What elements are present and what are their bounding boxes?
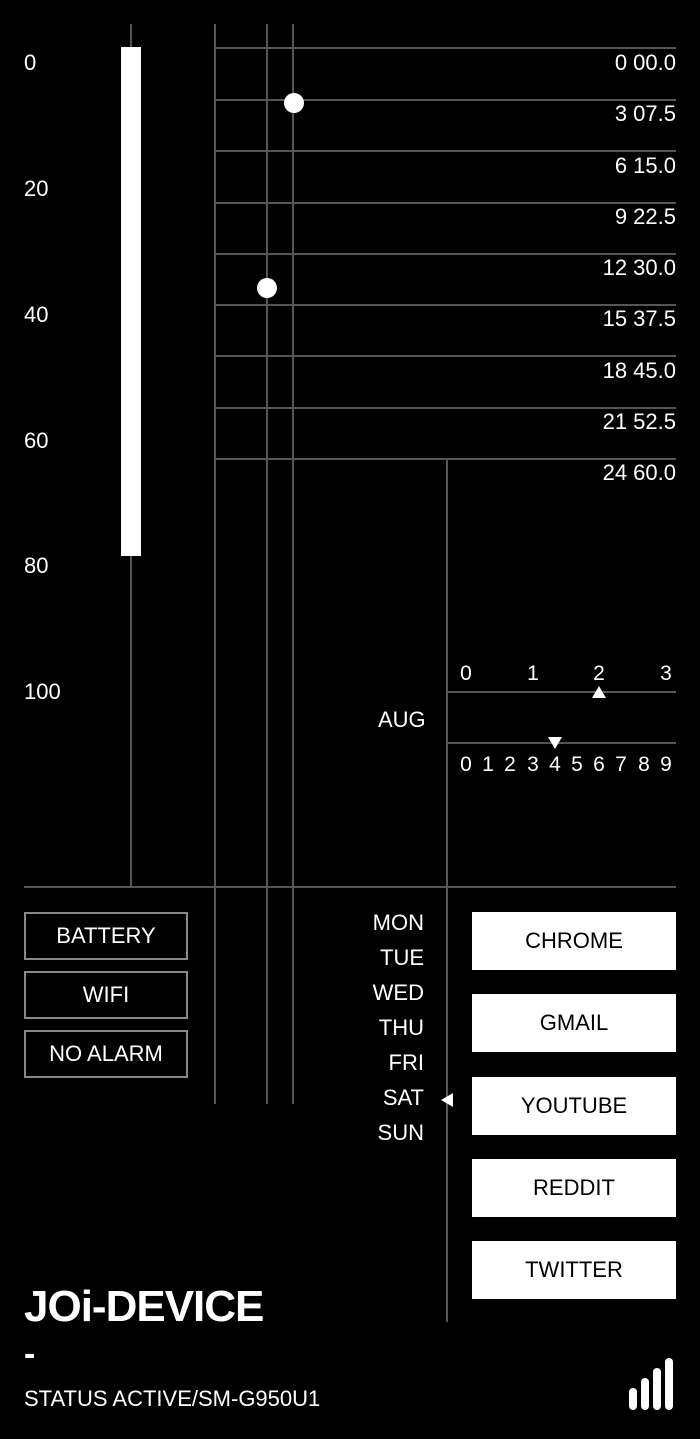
section-divider (24, 886, 676, 888)
scale-label-20: 20 (24, 176, 49, 201)
signal-bar (653, 1368, 661, 1410)
scale-label-0: 0 (24, 50, 37, 75)
time-row-label: 21 52.5 (602, 409, 676, 434)
time-row-label: 3 07.5 (614, 101, 676, 126)
weekday-wed: WED (372, 980, 424, 1005)
time-row-label: 18 45.0 (602, 358, 676, 383)
date-ones-digit: 2 (504, 753, 516, 776)
scale-label-100: 100 (24, 679, 61, 704)
youtube-button[interactable]: YOUTUBE (472, 1077, 676, 1135)
date-ones-digit: 7 (615, 753, 627, 776)
weekday-tue: TUE (380, 945, 424, 970)
date-ones-digit: 8 (638, 753, 650, 776)
date-ones-digit: 0 (460, 753, 472, 776)
date-ones-digit: 1 (482, 753, 494, 776)
signal-bar (665, 1358, 673, 1410)
gmail-button[interactable]: GMAIL (472, 994, 676, 1052)
time-grid-line (214, 202, 676, 204)
signal-bars-icon (626, 1350, 678, 1410)
time-row-label: 24 60.0 (602, 460, 676, 485)
scale-label-80: 80 (24, 553, 49, 578)
chrome-button[interactable]: CHROME (472, 912, 676, 970)
date-ones-pointer-icon (548, 737, 562, 749)
time-row-label: 6 15.0 (614, 153, 676, 178)
date-tens-digit: 0 (460, 662, 472, 685)
time-row-label: 9 22.5 (614, 204, 676, 229)
date-ones-digit: 3 (527, 753, 539, 776)
no-alarm-button[interactable]: NO ALARM (24, 1030, 188, 1078)
date-ones-digit: 4 (549, 753, 561, 776)
device-title: JOi-DEVICE (24, 1282, 264, 1331)
date-ones-digit: 6 (593, 753, 605, 776)
date-tens-line (446, 691, 676, 693)
weekday-sat: SAT (382, 1085, 424, 1110)
date-axis (446, 460, 448, 1322)
signal-bar (629, 1388, 637, 1410)
weekday-fri: FRI (388, 1050, 424, 1075)
level-bar (121, 47, 141, 556)
weekday-thu: THU (378, 1015, 424, 1040)
date-tens-digit: 1 (527, 662, 539, 685)
grid-axis-3 (292, 24, 294, 1104)
date-tens-digit: 3 (660, 662, 672, 685)
reddit-button[interactable]: REDDIT (472, 1159, 676, 1217)
battery-button[interactable]: BATTERY (24, 912, 188, 960)
weekday-mon: MON (372, 910, 424, 935)
time-row-label: 12 30.0 (602, 255, 676, 280)
time-grid-line (214, 355, 676, 357)
weekday-sun: SUN (377, 1120, 424, 1145)
twitter-button[interactable]: TWITTER (472, 1241, 676, 1299)
time-grid-line (214, 150, 676, 152)
time-row-label: 15 37.5 (602, 306, 676, 331)
hour-marker-dot (257, 278, 277, 298)
date-ones-digit: 5 (571, 753, 583, 776)
date-tens-pointer-icon (592, 686, 606, 698)
grid-axis-1 (214, 24, 216, 1104)
month-label: AUG (378, 707, 426, 732)
grid-axis-2 (266, 24, 268, 1104)
signal-bar (641, 1378, 649, 1410)
time-grid-line (214, 47, 676, 49)
scale-label-60: 60 (24, 428, 49, 453)
title-dash: - (24, 1335, 36, 1373)
time-row-label: 0 00.0 (614, 50, 676, 75)
scale-label-40: 40 (24, 302, 49, 327)
status-text: STATUS ACTIVE/SM-G950U1 (24, 1386, 321, 1411)
weekday-pointer-icon (441, 1093, 453, 1107)
date-ones-digit: 9 (660, 753, 672, 776)
date-tens-digit: 2 (593, 662, 605, 685)
minute-marker-dot (284, 93, 304, 113)
wifi-button[interactable]: WIFI (24, 971, 188, 1019)
